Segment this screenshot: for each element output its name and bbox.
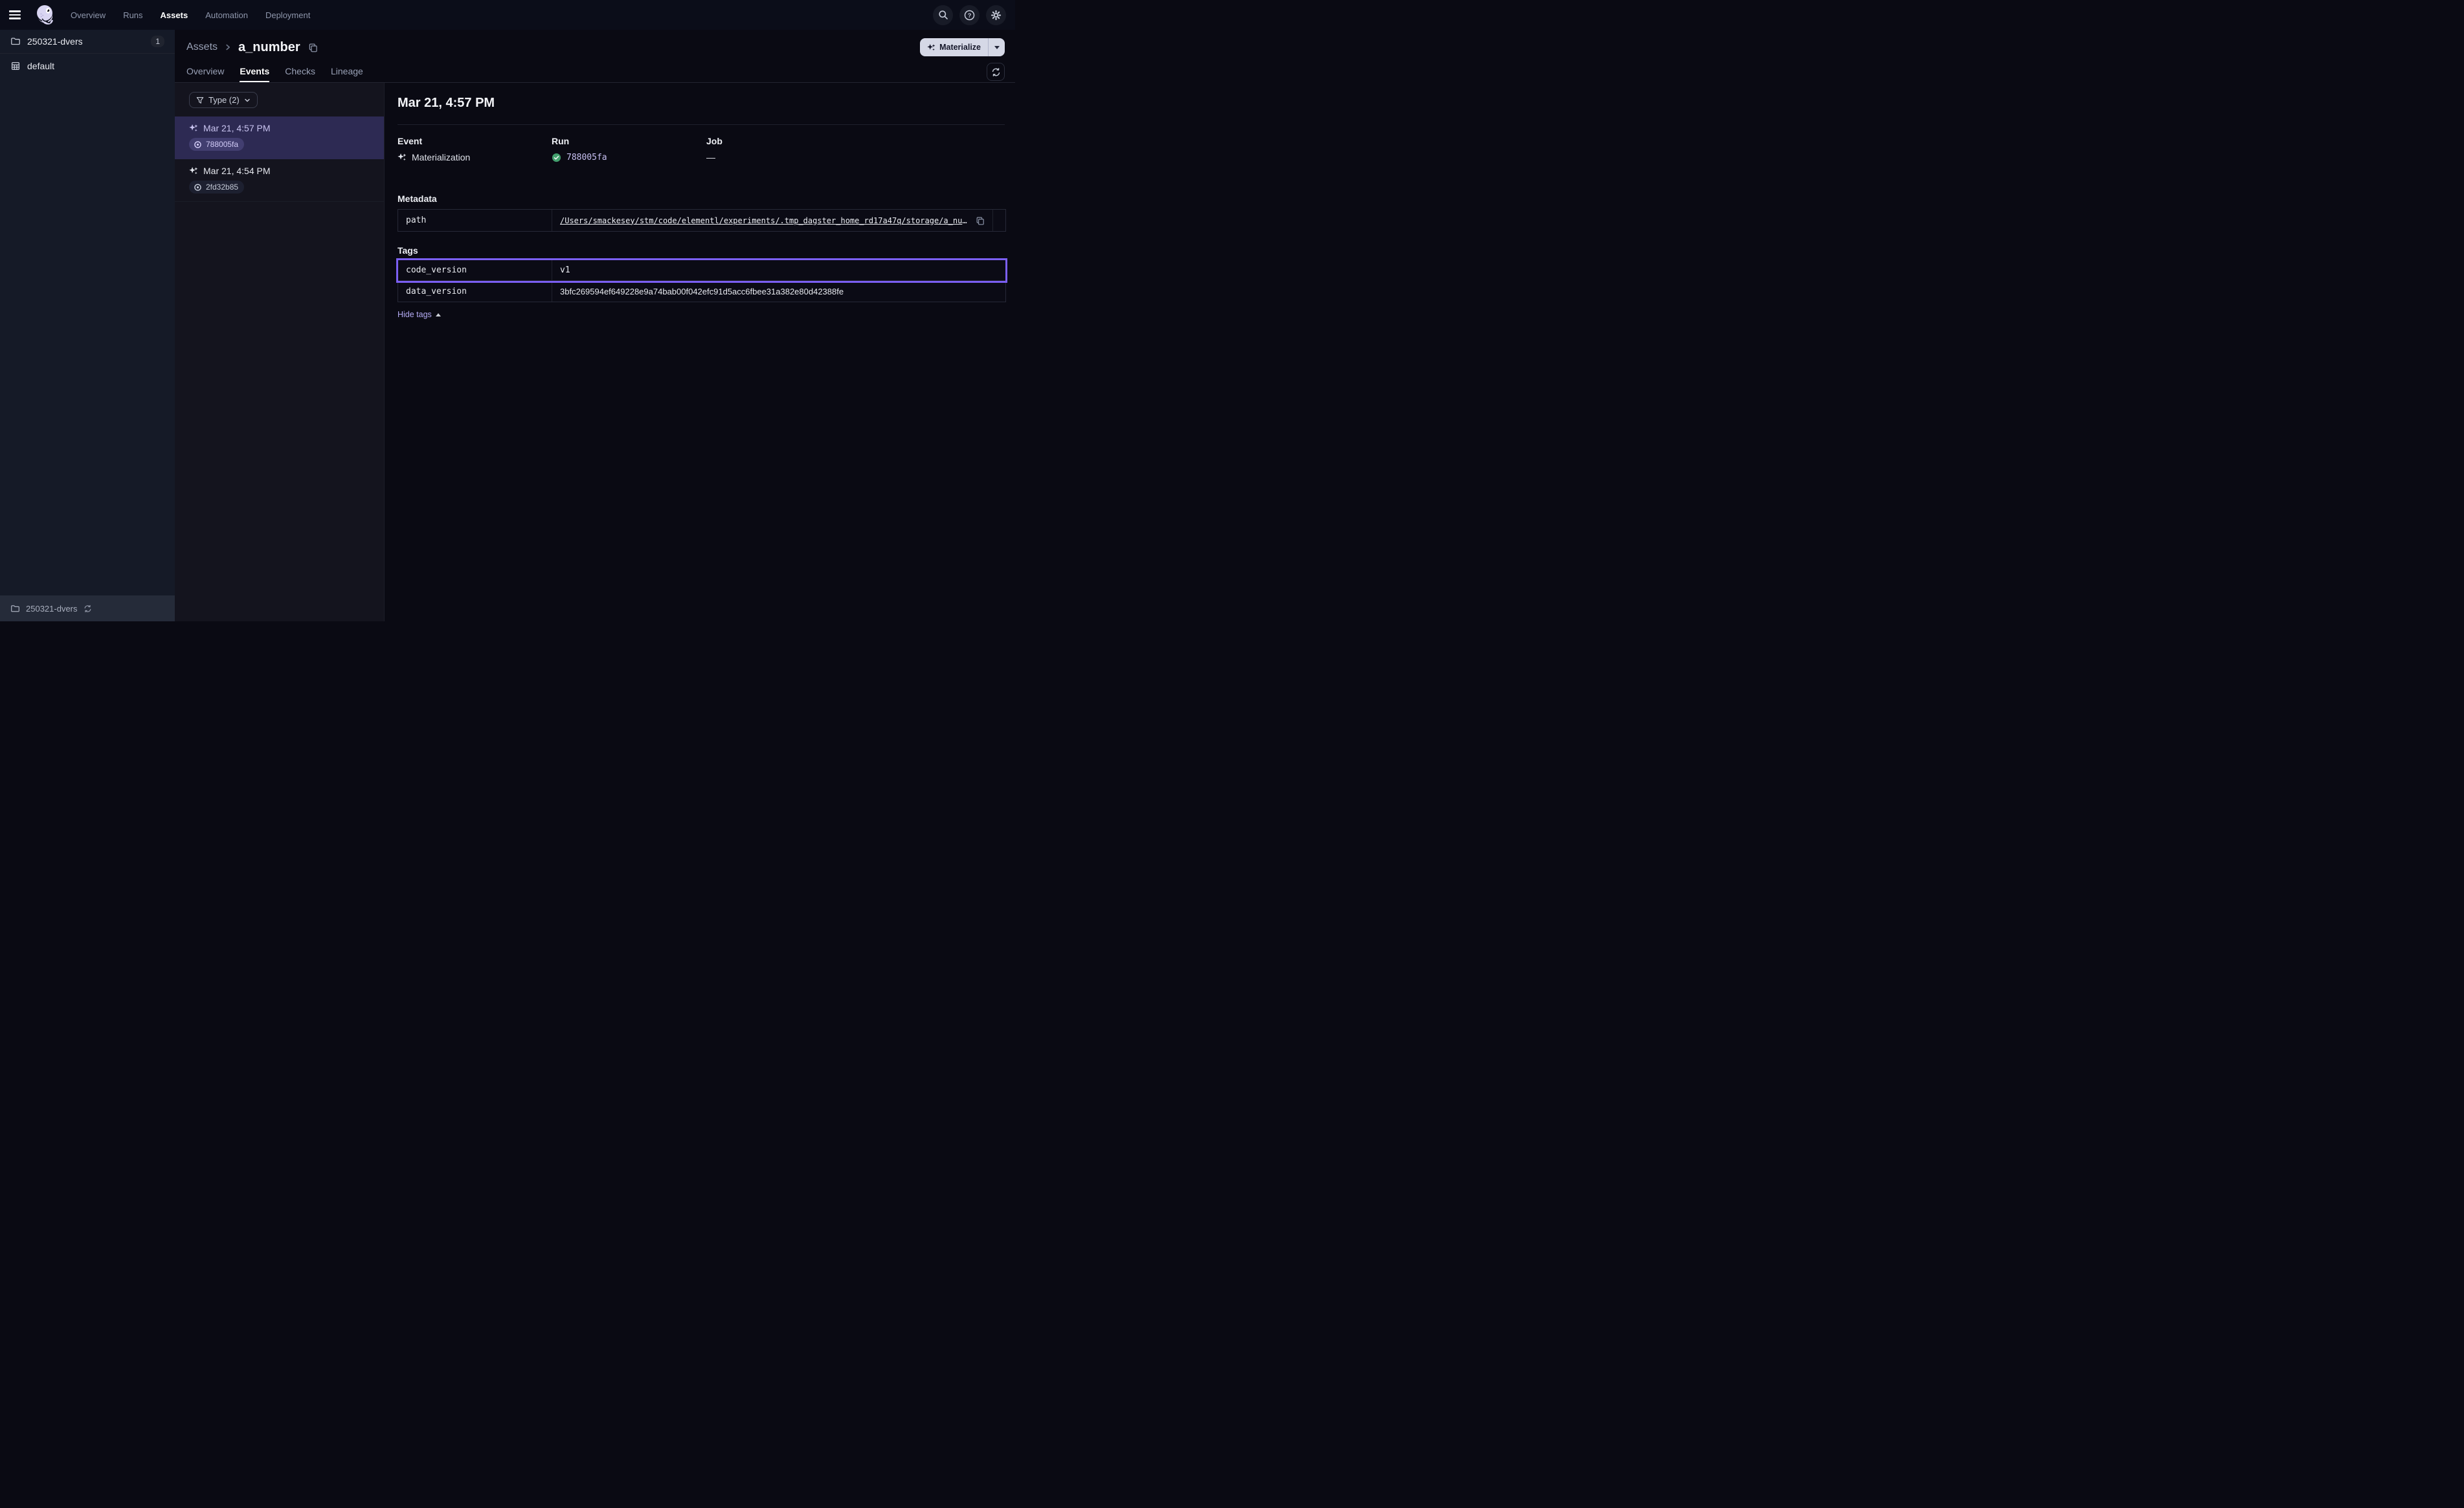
tag-value-cell: v1 — [552, 260, 1005, 280]
event-info-grid: Event Run Job Materialization — [398, 136, 1005, 162]
caret-up-icon — [436, 313, 441, 316]
materialize-dropdown-button[interactable] — [989, 38, 1005, 56]
sidebar-footer-label: 250321-dvers — [26, 604, 78, 614]
event-timestamp: Mar 21, 4:54 PM — [203, 166, 271, 176]
gear-icon — [991, 10, 1002, 21]
job-value: — — [706, 152, 715, 162]
folder-icon — [10, 604, 20, 614]
asset-count-badge: 1 — [151, 36, 164, 47]
materialize-button[interactable]: Materialize — [920, 38, 988, 56]
page-header: Assets a_number — [175, 30, 1015, 61]
run-id: 2fd32b85 — [206, 183, 238, 192]
nav-item-assets[interactable]: Assets — [161, 10, 188, 20]
copy-icon — [308, 43, 318, 52]
top-nav: Overview Runs Assets Automation Deployme… — [0, 0, 1015, 30]
event-column-label: Event — [398, 136, 552, 146]
tab-events[interactable]: Events — [240, 66, 269, 82]
divider — [398, 124, 1005, 125]
dagster-logo[interactable] — [34, 3, 57, 27]
job-column-label: Job — [706, 136, 1005, 146]
check-circle-icon — [552, 153, 561, 162]
table-row: path /Users/smackesey/stm/code/elementl/… — [398, 210, 1005, 231]
help-button[interactable]: ? — [959, 5, 980, 25]
hide-tags-link[interactable]: Hide tags — [398, 310, 441, 319]
copy-asset-name-button[interactable] — [308, 43, 318, 52]
table-row-data-version: data_version 3bfc269594ef649228e9a74bab0… — [398, 281, 1005, 302]
filter-icon — [196, 96, 204, 104]
chevron-down-icon — [244, 97, 251, 104]
sparkle-icon — [927, 43, 935, 52]
refresh-button[interactable] — [987, 63, 1005, 81]
event-detail-panel: Mar 21, 4:57 PM Event Run Job Materializ… — [385, 83, 1015, 621]
target-icon — [194, 140, 202, 149]
run-id-link[interactable]: 788005fa — [566, 153, 607, 162]
type-filter-label: Type (2) — [208, 95, 240, 105]
tag-value-cell: 3bfc269594ef649228e9a74bab00f042efc91d5a… — [552, 281, 1005, 302]
sidebar-item-label: 250321-dvers — [27, 36, 83, 47]
copy-path-button[interactable] — [976, 216, 985, 225]
target-icon — [194, 183, 202, 192]
materialize-split-button: Materialize — [920, 38, 1005, 56]
breadcrumb-assets-link[interactable]: Assets — [186, 41, 218, 53]
run-column-label: Run — [552, 136, 706, 146]
run-badge[interactable]: 2fd32b85 — [189, 181, 244, 194]
nav-item-overview[interactable]: Overview — [71, 10, 106, 20]
tags-heading: Tags — [398, 245, 1005, 256]
events-list-panel: Type (2) Mar 21, 4:57 PM — [175, 83, 385, 621]
page-title: a_number — [238, 40, 300, 55]
sidebar-footer[interactable]: 250321-dvers — [0, 595, 175, 621]
help-icon: ? — [964, 10, 975, 21]
metadata-table: path /Users/smackesey/stm/code/elementl/… — [398, 209, 1006, 232]
table-row-code-version-highlighted: code_version v1 — [398, 260, 1005, 281]
asset-group-icon — [10, 61, 21, 71]
chevron-down-icon — [994, 46, 1000, 49]
event-detail-title: Mar 21, 4:57 PM — [398, 96, 1005, 111]
nav-item-deployment[interactable]: Deployment — [265, 10, 310, 20]
event-timestamp: Mar 21, 4:57 PM — [203, 123, 271, 133]
event-list-item[interactable]: Mar 21, 4:57 PM 788005fa — [175, 116, 384, 159]
path-link[interactable]: /Users/smackesey/stm/code/elementl/exper… — [560, 216, 969, 225]
run-id: 788005fa — [206, 140, 238, 149]
sidebar-item-code-location[interactable]: 250321-dvers 1 — [0, 30, 175, 54]
type-filter-button[interactable]: Type (2) — [189, 92, 258, 108]
metadata-key-cell: path — [398, 210, 552, 231]
menu-button[interactable] — [9, 7, 25, 23]
menu-icon — [9, 10, 21, 12]
nav-item-automation[interactable]: Automation — [205, 10, 248, 20]
settings-button[interactable] — [986, 5, 1006, 25]
sparkle-icon — [189, 166, 198, 175]
copy-icon — [976, 216, 985, 225]
sidebar-item-default-group[interactable]: default — [0, 54, 175, 78]
breadcrumb: Assets a_number — [186, 40, 318, 55]
metadata-value-cell: /Users/smackesey/stm/code/elementl/exper… — [552, 210, 992, 231]
tab-overview[interactable]: Overview — [186, 66, 224, 82]
search-button[interactable] — [933, 5, 953, 25]
tab-lineage[interactable]: Lineage — [331, 66, 363, 82]
folder-icon — [10, 36, 21, 47]
sidebar-item-label: default — [27, 61, 54, 71]
tab-checks[interactable]: Checks — [285, 66, 315, 82]
dagster-logo-icon — [34, 3, 57, 27]
tabs-bar: Overview Events Checks Lineage — [175, 61, 1015, 83]
svg-text:?: ? — [968, 12, 972, 19]
chevron-right-icon — [224, 43, 232, 51]
hide-tags-label: Hide tags — [398, 310, 432, 319]
metadata-heading: Metadata — [398, 194, 1005, 204]
sidebar: 250321-dvers 1 default 250321-dvers — [0, 30, 175, 621]
sparkle-icon — [189, 124, 198, 133]
refresh-icon — [991, 67, 1001, 77]
table-spacer-cell — [992, 210, 1005, 231]
sync-icon[interactable] — [84, 604, 92, 613]
materialize-label: Materialize — [939, 43, 981, 52]
tags-table: code_version v1 data_version 3bfc269594e… — [398, 260, 1006, 302]
search-icon — [938, 10, 948, 20]
event-type-value: Materialization — [412, 152, 470, 162]
primary-nav: Overview Runs Assets Automation Deployme… — [71, 10, 310, 20]
run-badge[interactable]: 788005fa — [189, 138, 244, 151]
event-list-item[interactable]: Mar 21, 4:54 PM 2fd32b85 — [175, 159, 384, 202]
tag-key-cell: code_version — [398, 260, 552, 280]
tag-key-cell: data_version — [398, 281, 552, 302]
sparkle-icon — [398, 153, 407, 162]
nav-item-runs[interactable]: Runs — [123, 10, 142, 20]
